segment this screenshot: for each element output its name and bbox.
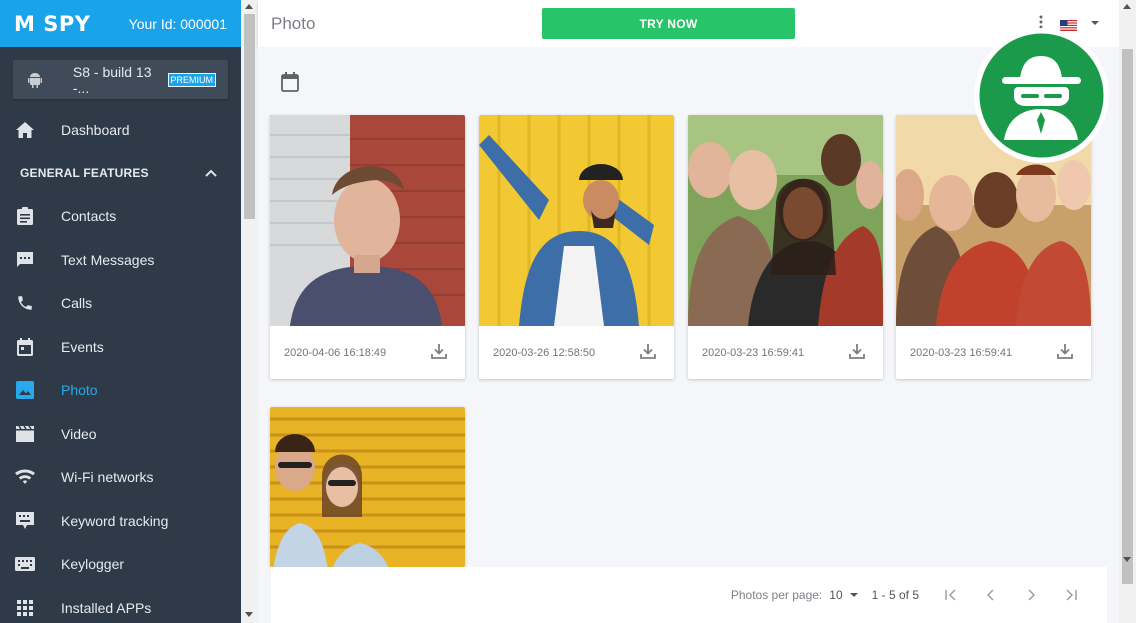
scrollbar-thumb[interactable] — [1122, 49, 1133, 584]
page-title: Photo — [271, 14, 316, 33]
sidebar-item-label: Photo — [61, 382, 98, 399]
premium-badge: PREMIUM — [167, 72, 216, 87]
sidebar-item-keylogger[interactable]: Keylogger — [0, 543, 241, 587]
prev-page-icon[interactable] — [983, 587, 999, 603]
sidebar-item-keyword-tracking[interactable]: Keyword tracking — [0, 499, 241, 543]
calendar-icon — [15, 337, 35, 357]
caret-down-icon — [849, 593, 858, 597]
sidebar-item-events[interactable]: Events — [0, 325, 241, 369]
sidebar-item-label: Wi-Fi networks — [61, 469, 154, 486]
try-now-button[interactable]: TRY NOW — [542, 8, 795, 39]
sidebar-item-text-messages[interactable]: Text Messages — [0, 238, 241, 282]
pagination-bar: Photos per page: 10 1 - 5 of 5 — [271, 567, 1107, 623]
sidebar-item-label: Text Messages — [61, 251, 155, 268]
user-id: Your Id: 000001 — [128, 15, 227, 32]
spy-logo-badge — [974, 28, 1109, 163]
spy-icon — [975, 29, 1108, 162]
brand-bar: M SPY Your Id: 000001 — [0, 0, 241, 47]
download-icon[interactable] — [1057, 343, 1073, 362]
photo-timestamp: 2020-04-06 16:18:49 — [284, 346, 387, 359]
sidebar-item-installed-apps[interactable]: Installed APPs — [0, 586, 241, 623]
photo-card[interactable]: 2020-03-26 12:58:50 — [479, 115, 674, 379]
photo-card-footer: 2020-03-23 16:59:41 — [896, 326, 1091, 379]
sidebar-item-label: Video — [61, 425, 97, 442]
home-icon — [15, 120, 35, 140]
sidebar-item-dashboard[interactable]: Dashboard — [0, 108, 241, 152]
photo-thumbnail[interactable] — [270, 115, 465, 326]
keyboard-icon — [15, 554, 35, 574]
android-icon — [27, 71, 44, 89]
photo-thumbnail[interactable] — [479, 115, 674, 326]
last-page-icon[interactable] — [1063, 587, 1079, 603]
sidebar-item-wifi[interactable]: Wi-Fi networks — [0, 456, 241, 500]
photo-card-footer: 2020-04-06 16:18:49 — [270, 326, 465, 379]
photo-card[interactable] — [270, 407, 465, 567]
scroll-down-arrow[interactable] — [1123, 557, 1131, 562]
page-range: 1 - 5 of 5 — [871, 588, 919, 602]
scroll-up-arrow[interactable] — [1123, 4, 1131, 9]
apps-icon — [15, 598, 35, 618]
per-page-label: Photos per page: — [730, 588, 823, 602]
photo-card-footer: 2020-03-26 12:58:50 — [479, 326, 674, 379]
more-vert-icon[interactable] — [1039, 15, 1043, 29]
photo-timestamp: 2020-03-23 16:59:41 — [702, 346, 805, 359]
per-page-select[interactable]: 10 — [829, 588, 858, 602]
section-general-features[interactable]: GENERAL FEATURES — [0, 152, 241, 195]
wifi-icon — [15, 467, 35, 487]
date-picker-icon[interactable] — [281, 72, 301, 92]
brand-logo[interactable]: M SPY — [14, 12, 90, 36]
download-icon[interactable] — [431, 343, 447, 362]
sidebar: M SPY Your Id: 000001 S8 - build 13 -...… — [0, 0, 241, 623]
sidebar-scrollbar[interactable] — [241, 0, 258, 623]
sidebar-item-label: Calls — [61, 295, 93, 312]
sidebar-item-label: Keylogger — [61, 556, 125, 573]
sidebar-item-label: Dashboard — [61, 121, 130, 138]
scroll-up-arrow[interactable] — [245, 4, 253, 9]
photo-timestamp: 2020-03-26 12:58:50 — [493, 346, 596, 359]
photo-card[interactable]: 2020-03-23 16:59:41 — [688, 115, 883, 379]
next-page-icon[interactable] — [1023, 587, 1039, 603]
scroll-down-arrow[interactable] — [245, 612, 253, 617]
image-icon — [15, 380, 35, 400]
content-scrollbar[interactable] — [1119, 0, 1136, 623]
photo-thumbnail[interactable] — [688, 115, 883, 326]
sidebar-item-contacts[interactable]: Contacts — [0, 195, 241, 239]
scrollbar-thumb[interactable] — [244, 14, 255, 219]
device-selector[interactable]: S8 - build 13 -... PREMIUM — [13, 60, 228, 99]
phone-icon — [15, 293, 35, 313]
photo-card[interactable]: 2020-04-06 16:18:49 — [270, 115, 465, 379]
device-name: S8 - build 13 -... — [72, 63, 152, 96]
sidebar-item-calls[interactable]: Calls — [0, 282, 241, 326]
download-icon[interactable] — [849, 343, 865, 362]
message-icon — [15, 250, 35, 270]
download-icon[interactable] — [640, 343, 656, 362]
chevron-up-icon — [205, 166, 217, 180]
photo-timestamp: 2020-03-23 16:59:41 — [910, 346, 1013, 359]
per-page-value: 10 — [829, 588, 843, 602]
sidebar-item-label: Installed APPs — [61, 599, 152, 616]
sidebar-item-label: Contacts — [61, 208, 117, 225]
sidebar-item-label: Keyword tracking — [61, 512, 169, 529]
sidebar-item-label: Events — [61, 338, 104, 355]
language-dropdown-icon[interactable] — [1091, 21, 1099, 25]
section-label: GENERAL FEATURES — [20, 166, 149, 180]
sidebar-item-video[interactable]: Video — [0, 412, 241, 456]
clipboard-icon — [15, 206, 35, 226]
photo-card-footer: 2020-03-23 16:59:41 — [688, 326, 883, 379]
photo-thumbnail[interactable] — [270, 407, 465, 567]
sidebar-item-photo[interactable]: Photo — [0, 369, 241, 413]
first-page-icon[interactable] — [943, 587, 959, 603]
film-icon — [15, 424, 35, 444]
keyword-icon — [15, 511, 35, 531]
